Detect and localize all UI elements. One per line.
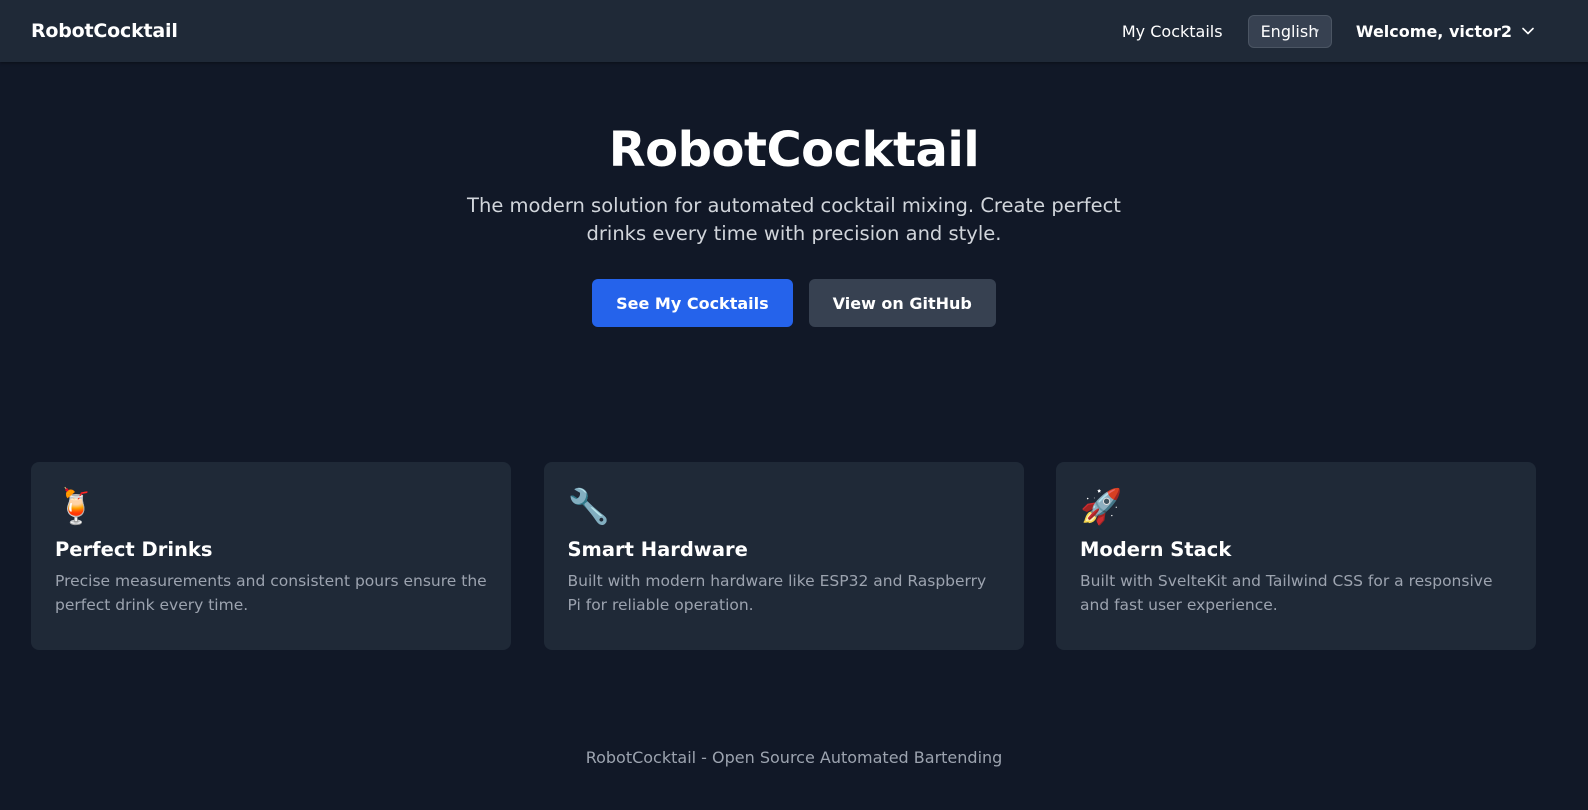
rocket-icon: 🚀 <box>1080 487 1123 527</box>
hero-title: RobotCocktail <box>608 122 980 178</box>
user-menu-label: Welcome, victor2 <box>1355 21 1512 41</box>
feature-title: Smart Hardware <box>567 538 748 561</box>
hero-subtitle: The modern solution for automated cockta… <box>467 194 1121 245</box>
hero-actions: See My Cocktails View on GitHub <box>0 279 1588 327</box>
wrench-icon: 🔧 <box>567 487 610 527</box>
chevron-down-icon: ▾ <box>1314 27 1319 37</box>
see-my-cocktails-button[interactable]: See My Cocktails <box>592 279 793 327</box>
my-cocktails-link[interactable]: My Cocktails <box>1122 22 1223 41</box>
feature-card-perfect-drinks: 🍹 Perfect Drinks Precise measurements an… <box>31 462 511 650</box>
footer-text: RobotCocktail - Open Source Automated Ba… <box>585 748 1003 767</box>
navbar: RobotCocktail My Cocktails English ▾ Wel… <box>0 0 1588 62</box>
feature-description: Built with modern hardware like ESP32 an… <box>567 572 987 614</box>
feature-description: Precise measurements and consistent pour… <box>55 572 487 614</box>
feature-title: Modern Stack <box>1080 538 1232 561</box>
feature-description: Built with SvelteKit and Tailwind CSS fo… <box>1080 572 1493 614</box>
nav-right: My Cocktails English ▾ Welcome, victor2 <box>1122 14 1534 48</box>
hero-section: RobotCocktail The modern solution for au… <box>0 62 1588 327</box>
language-select[interactable]: English ▾ <box>1247 14 1332 48</box>
feature-card-smart-hardware: 🔧 Smart Hardware Built with modern hardw… <box>543 462 1024 650</box>
view-on-github-button[interactable]: View on GitHub <box>808 279 996 327</box>
chevron-down-icon <box>1522 27 1534 35</box>
language-select-value: English <box>1260 21 1319 41</box>
features-grid: 🍹 Perfect Drinks Precise measurements an… <box>31 462 1536 650</box>
user-menu-button[interactable]: Welcome, victor2 <box>1356 22 1534 41</box>
brand-logo[interactable]: RobotCocktail <box>31 20 178 42</box>
footer: RobotCocktail - Open Source Automated Ba… <box>0 748 1588 767</box>
feature-title: Perfect Drinks <box>55 538 213 561</box>
tropical-drink-icon: 🍹 <box>55 487 98 527</box>
feature-card-modern-stack: 🚀 Modern Stack Built with SvelteKit and … <box>1056 462 1536 650</box>
